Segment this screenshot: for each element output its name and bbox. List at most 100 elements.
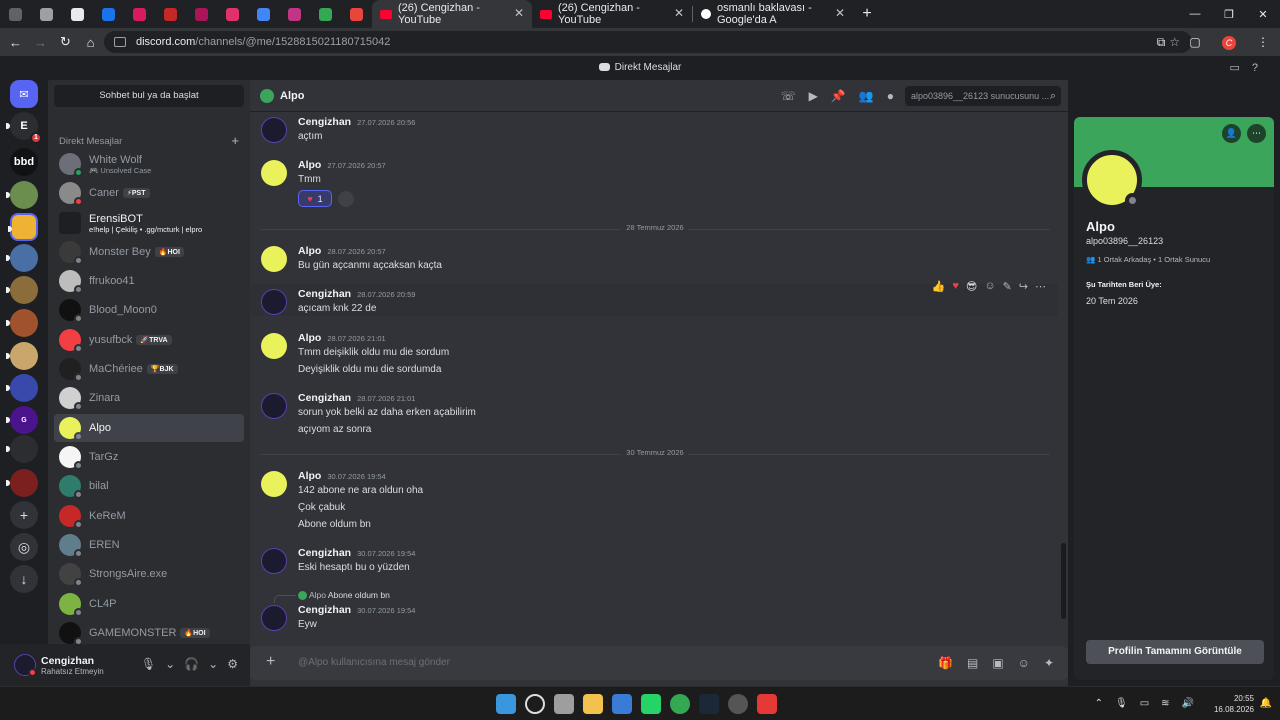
server-icon[interactable] [6, 309, 38, 337]
avatar[interactable] [261, 393, 287, 419]
pinned-tab[interactable] [62, 0, 93, 28]
dm-item[interactable]: StrongsAire.exe [54, 560, 244, 588]
download-apps-button[interactable]: ↓ [10, 565, 38, 593]
message[interactable]: Alpo 28.07.2026 21:01 Tmm deişiklik oldu … [250, 332, 1058, 376]
message[interactable]: Cengizhan 28.07.2026 21:01 sorun yok belk… [250, 392, 1058, 436]
reload-icon[interactable]: ↻ [53, 34, 78, 50]
author-name[interactable]: Alpo [298, 245, 321, 257]
message[interactable]: Alpo 27.07.2026 20:57 Tmm ♥ 1 [250, 159, 1058, 211]
address-bar[interactable]: discord.com/channels/@me/152881502118071… [104, 31, 1192, 53]
mutual-servers[interactable]: 1 Ortak Sunucu [1158, 255, 1210, 264]
video-call-icon[interactable]: ▶ [809, 89, 818, 103]
close-icon[interactable]: ✕ [835, 6, 845, 20]
cool-emoji-icon[interactable]: 😎 [966, 280, 977, 293]
pinned-tab[interactable] [279, 0, 310, 28]
add-reaction-icon[interactable]: ☺ [984, 280, 995, 293]
microphone-icon[interactable]: 🎙 [141, 657, 156, 671]
avatar[interactable] [261, 117, 287, 143]
clock[interactable]: 20:55 16.08.2026 [1214, 693, 1254, 715]
server-icon[interactable]: G [6, 406, 38, 434]
monitor-icon[interactable]: ▭ [1140, 698, 1149, 709]
dm-item[interactable]: TarGz [54, 443, 244, 471]
recipient-name[interactable]: Alpo [280, 90, 304, 102]
avatar[interactable] [261, 289, 287, 315]
restore-icon[interactable]: ❐ [1212, 0, 1246, 28]
steam-icon[interactable] [699, 694, 719, 714]
message[interactable]: Cengizhan 27.07.2026 20:56 açtım [250, 116, 1058, 152]
author-name[interactable]: Alpo [298, 332, 321, 344]
dm-item[interactable]: White Wolf 🎮 Unsolved Case [54, 150, 244, 178]
add-server-button[interactable]: + [10, 501, 38, 529]
user-profile-icon[interactable]: ● [887, 89, 894, 103]
dm-item[interactable]: Zinara [54, 384, 244, 412]
close-icon[interactable]: ✕ [674, 6, 684, 20]
avatar[interactable] [261, 605, 287, 631]
help-icon[interactable]: ? [1252, 62, 1270, 74]
search-icon[interactable] [525, 694, 545, 714]
author-name[interactable]: Alpo [298, 159, 321, 171]
author-name[interactable]: Cengizhan [298, 392, 351, 404]
chevron-up-icon[interactable]: ⌃ [1095, 698, 1103, 709]
author-name[interactable]: Cengizhan [298, 116, 351, 128]
close-icon[interactable]: ✕ [514, 6, 524, 20]
chat-scrollbar[interactable] [1061, 543, 1066, 619]
minimize-icon[interactable]: — [1178, 0, 1212, 28]
task-view-icon[interactable] [554, 694, 574, 714]
avatar[interactable] [261, 160, 287, 186]
store-icon[interactable] [612, 694, 632, 714]
add-reaction-icon[interactable] [338, 191, 354, 207]
avatar[interactable] [261, 246, 287, 272]
pinned-tab[interactable] [155, 0, 186, 28]
user-info[interactable]: Cengizhan Rahatsız Etmeyin [41, 655, 104, 676]
mutual-friends[interactable]: 👥 1 Ortak Arkadaş [1086, 255, 1151, 264]
menu-icon[interactable]: ⋮ [1246, 35, 1280, 49]
dm-item[interactable]: CL4P [54, 590, 244, 618]
close-window-icon[interactable]: ✕ [1246, 0, 1280, 28]
app-icon[interactable] [728, 694, 748, 714]
server-icon[interactable] [6, 374, 38, 402]
profile-avatar[interactable] [1082, 150, 1142, 210]
dm-item[interactable]: yusufbck 🚀TRVA [54, 326, 244, 354]
dm-search-button[interactable]: Sohbet bul ya da başlat [54, 85, 244, 107]
pin-icon[interactable]: 📌 [831, 89, 846, 103]
explore-servers-button[interactable]: ◎ [10, 533, 38, 561]
user-avatar[interactable] [14, 654, 37, 677]
message-reply[interactable]: Alpo Abone oldum bn Cengizhan 30.07.2026 … [250, 589, 1058, 635]
pinned-tab[interactable] [186, 0, 217, 28]
sticker-icon[interactable]: ▣ [992, 656, 1003, 670]
site-info-icon[interactable] [114, 37, 126, 47]
message[interactable]: Cengizhan 30.07.2026 19:54 Eski hesaptı b… [250, 547, 1058, 579]
new-tab-button[interactable]: + [853, 5, 881, 23]
pinned-tab[interactable] [31, 0, 62, 28]
server-icon[interactable] [6, 276, 38, 304]
dm-item[interactable]: Monster Bey 🔥HOI [54, 238, 244, 266]
pinned-tab[interactable] [217, 0, 248, 28]
profile-avatar[interactable]: C [1212, 35, 1246, 50]
author-name[interactable]: Alpo [298, 470, 321, 482]
voice-call-icon[interactable]: ☏ [781, 89, 796, 103]
reply-reference[interactable]: Alpo Abone oldum bn [298, 590, 390, 601]
extensions-icon[interactable]: ⧉ [1144, 35, 1178, 50]
dm-item[interactable]: ErensiBOT e!help | Çekiliş • .gg/mcturk |… [54, 209, 244, 237]
emoji-icon[interactable]: ☺ [1018, 656, 1030, 670]
thumbs-up-icon[interactable]: 👍 [932, 280, 946, 293]
create-dm-icon[interactable]: + [231, 133, 239, 148]
pinned-tab[interactable] [310, 0, 341, 28]
dm-item[interactable]: Blood_Moon0 [54, 296, 244, 324]
author-name[interactable]: Cengizhan [298, 547, 351, 559]
server-icon[interactable] [8, 213, 38, 241]
dm-item[interactable]: KeReM [54, 502, 244, 530]
dm-item[interactable]: bilal [54, 472, 244, 500]
file-explorer-icon[interactable] [583, 694, 603, 714]
dm-item[interactable]: MaChériee 🏆BJK [54, 355, 244, 383]
message-hovered[interactable]: Cengizhan 28.07.2026 20:59 açıcam knk 22 … [250, 280, 1058, 316]
chrome-icon[interactable] [670, 694, 690, 714]
pinned-tab[interactable] [341, 0, 372, 28]
server-icon[interactable] [6, 435, 38, 463]
add-friend-icon[interactable]: 👤 [1222, 124, 1241, 143]
server-icon[interactable]: E1 [6, 112, 42, 144]
pinned-tab[interactable] [124, 0, 155, 28]
more-icon[interactable]: ⋯ [1035, 280, 1046, 293]
volume-icon[interactable]: 🔊 [1182, 698, 1194, 709]
message[interactable]: Alpo 30.07.2026 19:54 142 abone ne ara ol… [250, 470, 1058, 530]
